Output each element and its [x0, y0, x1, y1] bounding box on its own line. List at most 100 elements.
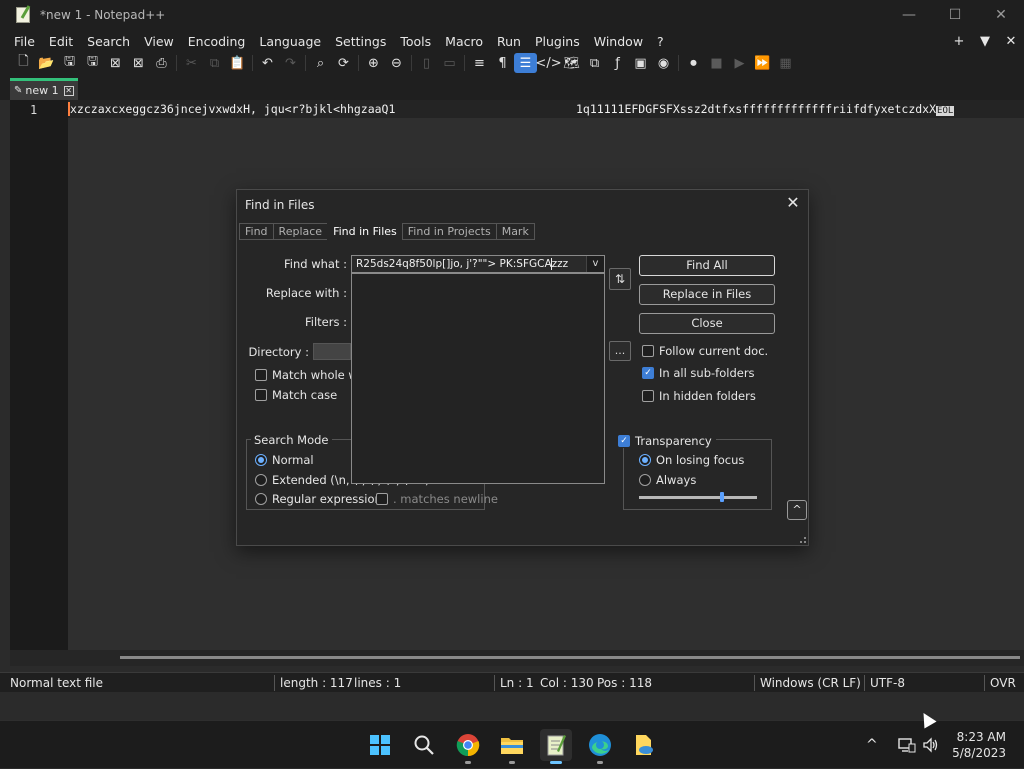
record-icon[interactable]: ⏺ [682, 53, 705, 73]
close-all-icon[interactable]: ⊠ [127, 53, 150, 73]
save-macro-icon[interactable]: ▦ [774, 53, 797, 73]
find-history-dropdown-overlay[interactable] [351, 273, 605, 484]
menu-macro[interactable]: Macro [438, 34, 490, 49]
close-tab-menu-button[interactable]: ✕ [998, 34, 1024, 49]
sync-h-icon[interactable]: ▭ [438, 53, 461, 73]
redo-icon[interactable]: ↷ [279, 53, 302, 73]
onedrive-file-icon[interactable] [628, 729, 660, 761]
resize-grip[interactable] [800, 537, 806, 543]
tab-close-icon[interactable]: ✕ [63, 85, 74, 96]
doc-list-icon[interactable]: ⧉ [583, 53, 606, 73]
checkmark-icon[interactable]: ✓ [618, 435, 630, 447]
menu-help[interactable]: ? [650, 34, 671, 49]
dialog-close-icon[interactable]: ✕ [784, 195, 802, 213]
menu-search[interactable]: Search [80, 34, 137, 49]
xml-icon[interactable]: </> [535, 53, 561, 73]
network-icon[interactable] [898, 721, 916, 769]
radio-dot[interactable] [639, 454, 651, 466]
horizontal-scrollbar[interactable] [10, 650, 1024, 666]
follow-current-doc-checkbox[interactable]: Follow current doc. [642, 344, 768, 358]
current-line[interactable]: xzczaxcxeggcz36jncejvxwdxH, jqu<r?bjkl<h… [68, 100, 1024, 118]
radio-dot[interactable] [639, 474, 651, 486]
directory-field[interactable] [313, 343, 351, 360]
checkbox-box[interactable] [255, 369, 267, 381]
indent-guide-icon[interactable]: ☰ [514, 53, 537, 73]
open-icon[interactable]: 📂 [35, 53, 58, 73]
folder-workspace-icon[interactable]: ▣ [629, 53, 652, 73]
menu-file[interactable]: File [0, 34, 42, 49]
file-explorer-icon[interactable] [496, 729, 528, 764]
find-what-combobox[interactable]: R25ds24q8f50lp[]jo, j'?""> PK:SFGCAzzz v [351, 255, 605, 273]
matches-newline-checkbox[interactable]: . matches newline [376, 492, 498, 506]
checkbox-box[interactable] [642, 390, 654, 402]
tab-find-in-files[interactable]: Find in Files [327, 223, 402, 240]
undo-icon[interactable]: ↶ [256, 53, 279, 73]
zoom-out-icon[interactable]: ⊖ [385, 53, 408, 73]
stop-icon[interactable]: ■ [705, 53, 728, 73]
tab-new-1[interactable]: ✎ new 1 ✕ [10, 78, 78, 100]
start-icon[interactable] [364, 729, 396, 761]
minimize-button[interactable]: — [886, 0, 932, 30]
checkbox-box[interactable] [255, 389, 267, 401]
radio-dot[interactable] [255, 454, 267, 466]
print-icon[interactable]: ⎙ [150, 53, 173, 73]
tab-find[interactable]: Find [239, 223, 273, 240]
tab-replace[interactable]: Replace [272, 223, 328, 240]
find-all-button[interactable]: Find All [639, 255, 775, 276]
play-multiple-icon[interactable]: ⏩ [751, 53, 774, 73]
all-chars-icon[interactable]: ¶ [491, 53, 514, 73]
transparency-checkbox[interactable]: ✓ Transparency [618, 434, 716, 448]
menu-edit[interactable]: Edit [42, 34, 80, 49]
swap-find-replace-button[interactable]: ⇅ [609, 268, 631, 290]
close-icon[interactable]: ⊠ [104, 53, 127, 73]
menu-plugins[interactable]: Plugins [528, 34, 587, 49]
menu-window[interactable]: Window [587, 34, 650, 49]
notepadpp-icon[interactable] [540, 729, 572, 764]
on-losing-focus-radio[interactable]: On losing focus [639, 453, 744, 467]
new-tab-button[interactable]: + [946, 34, 972, 49]
transparency-slider[interactable] [639, 492, 757, 502]
normal-mode-radio[interactable]: Normal [255, 453, 314, 467]
paste-icon[interactable]: 📋 [226, 53, 249, 73]
chevron-up-icon[interactable]: ^ [866, 737, 878, 753]
replace-icon[interactable]: ⟳ [332, 53, 355, 73]
tab-mark[interactable]: Mark [495, 223, 535, 240]
play-icon[interactable]: ▶ [728, 53, 751, 73]
regex-mode-radio[interactable]: Regular expression [255, 492, 382, 506]
taskbar-clock[interactable]: 8:23 AM 5/8/2023 [952, 729, 1006, 761]
save-icon[interactable]: 🖫 [58, 53, 81, 73]
close-button[interactable]: Close [639, 313, 775, 334]
save-all-icon[interactable]: 🖫 [81, 53, 104, 73]
monitor-icon[interactable]: ◉ [652, 53, 675, 73]
match-case-checkbox[interactable]: Match case [255, 388, 337, 402]
sync-v-icon[interactable]: ▯ [415, 53, 438, 73]
replace-in-files-button[interactable]: Replace in Files [639, 284, 775, 305]
status-encoding[interactable]: UTF-8 [870, 675, 905, 691]
function-list-icon[interactable]: ƒ [606, 53, 629, 73]
tab-find-in-projects[interactable]: Find in Projects [401, 223, 496, 240]
menu-settings[interactable]: Settings [328, 34, 393, 49]
find-icon[interactable]: ⌕ [309, 53, 332, 73]
status-insert-mode[interactable]: OVR [990, 675, 1016, 691]
checkbox-box[interactable] [376, 493, 388, 505]
cut-icon[interactable]: ✂ [180, 53, 203, 73]
always-radio[interactable]: Always [639, 473, 696, 487]
in-all-subfolders-checkbox[interactable]: ✓ In all sub-folders [642, 366, 755, 380]
chevron-down-icon[interactable]: v [586, 256, 604, 272]
tab-list-button[interactable]: ▼ [972, 34, 998, 49]
scrollbar-thumb[interactable] [120, 656, 1020, 659]
radio-dot[interactable] [255, 493, 267, 505]
show-hidden-icons-button[interactable]: ^ [866, 721, 878, 769]
in-hidden-folders-checkbox[interactable]: In hidden folders [642, 389, 756, 403]
doc-map-icon[interactable]: 🗺 [560, 53, 583, 73]
new-icon[interactable]: 🗋 [12, 53, 35, 73]
zoom-in-icon[interactable]: ⊕ [362, 53, 385, 73]
checkbox-box[interactable] [642, 345, 654, 357]
collapse-dialog-button[interactable]: ^ [787, 500, 807, 520]
copy-icon[interactable]: ⧉ [203, 53, 226, 73]
slider-thumb[interactable] [720, 492, 724, 502]
menu-run[interactable]: Run [490, 34, 528, 49]
word-wrap-icon[interactable]: ≡ [468, 53, 491, 73]
menu-view[interactable]: View [137, 34, 181, 49]
search-icon[interactable] [408, 729, 440, 761]
